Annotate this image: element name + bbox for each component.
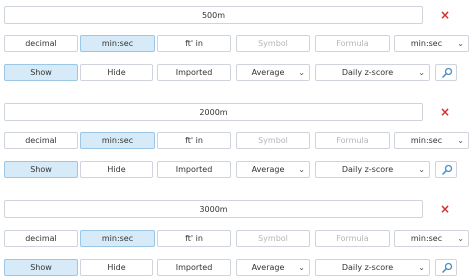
format-minsec-button[interactable]: min:sec <box>80 132 155 149</box>
chevron-down-icon: ⌄ <box>298 263 305 272</box>
format-ftin-button[interactable]: ft' in <box>157 132 231 149</box>
format-symbol-button[interactable]: Symbol <box>236 230 310 247</box>
format-ftin-button[interactable]: ft' in <box>157 35 231 52</box>
format-select-value: min:sec <box>410 234 443 243</box>
aggregate-select[interactable]: Average ⌄ <box>236 259 310 276</box>
show-button[interactable]: Show <box>4 259 78 276</box>
chevron-down-icon: ⌄ <box>457 234 464 243</box>
hide-button[interactable]: Hide <box>80 64 153 81</box>
chevron-down-icon: ⌄ <box>298 68 305 77</box>
hide-button[interactable]: Hide <box>80 161 153 178</box>
search-icon <box>441 164 453 176</box>
aggregate-select-value: Average <box>251 263 285 272</box>
chevron-down-icon: ⌄ <box>418 263 425 272</box>
metric-select[interactable]: Daily z-score ⌄ <box>315 64 430 81</box>
metric-name-input[interactable]: 500m <box>4 6 423 24</box>
format-select[interactable]: min:sec ⌄ <box>394 230 469 247</box>
close-icon[interactable]: × <box>438 105 452 119</box>
format-decimal-button[interactable]: decimal <box>4 132 78 149</box>
hide-button[interactable]: Hide <box>80 259 153 276</box>
imported-button[interactable]: Imported <box>157 259 231 276</box>
chevron-down-icon: ⌄ <box>457 136 464 145</box>
search-icon <box>441 67 453 79</box>
imported-button[interactable]: Imported <box>157 161 231 178</box>
imported-button[interactable]: Imported <box>157 64 231 81</box>
format-select[interactable]: min:sec ⌄ <box>394 132 469 149</box>
metric-select[interactable]: Daily z-score ⌄ <box>315 259 430 276</box>
format-symbol-button[interactable]: Symbol <box>236 35 310 52</box>
aggregate-select-value: Average <box>251 165 285 174</box>
show-button[interactable]: Show <box>4 64 78 81</box>
aggregate-select[interactable]: Average ⌄ <box>236 64 310 81</box>
format-ftin-button[interactable]: ft' in <box>157 230 231 247</box>
search-button[interactable] <box>435 259 457 276</box>
format-formula-button[interactable]: Formula <box>315 230 390 247</box>
search-button[interactable] <box>435 161 457 178</box>
close-icon[interactable]: × <box>438 202 452 216</box>
format-decimal-button[interactable]: decimal <box>4 35 78 52</box>
search-icon <box>441 262 453 274</box>
metric-name-input[interactable]: 2000m <box>4 103 423 121</box>
chevron-down-icon: ⌄ <box>418 165 425 174</box>
close-icon[interactable]: × <box>438 8 452 22</box>
format-select[interactable]: min:sec ⌄ <box>394 35 469 52</box>
format-formula-button[interactable]: Formula <box>315 35 390 52</box>
format-decimal-button[interactable]: decimal <box>4 230 78 247</box>
format-minsec-button[interactable]: min:sec <box>80 230 155 247</box>
format-minsec-button[interactable]: min:sec <box>80 35 155 52</box>
chevron-down-icon: ⌄ <box>418 68 425 77</box>
chevron-down-icon: ⌄ <box>457 39 464 48</box>
metric-select-value: Daily z-score <box>341 68 394 77</box>
metric-select-value: Daily z-score <box>341 263 394 272</box>
aggregate-select[interactable]: Average ⌄ <box>236 161 310 178</box>
metric-name-input[interactable]: 3000m <box>4 200 423 218</box>
format-select-value: min:sec <box>410 136 443 145</box>
format-symbol-button[interactable]: Symbol <box>236 132 310 149</box>
format-formula-button[interactable]: Formula <box>315 132 390 149</box>
aggregate-select-value: Average <box>251 68 285 77</box>
chevron-down-icon: ⌄ <box>298 165 305 174</box>
metric-select[interactable]: Daily z-score ⌄ <box>315 161 430 178</box>
metric-select-value: Daily z-score <box>341 165 394 174</box>
show-button[interactable]: Show <box>4 161 78 178</box>
search-button[interactable] <box>435 64 457 81</box>
format-select-value: min:sec <box>410 39 443 48</box>
